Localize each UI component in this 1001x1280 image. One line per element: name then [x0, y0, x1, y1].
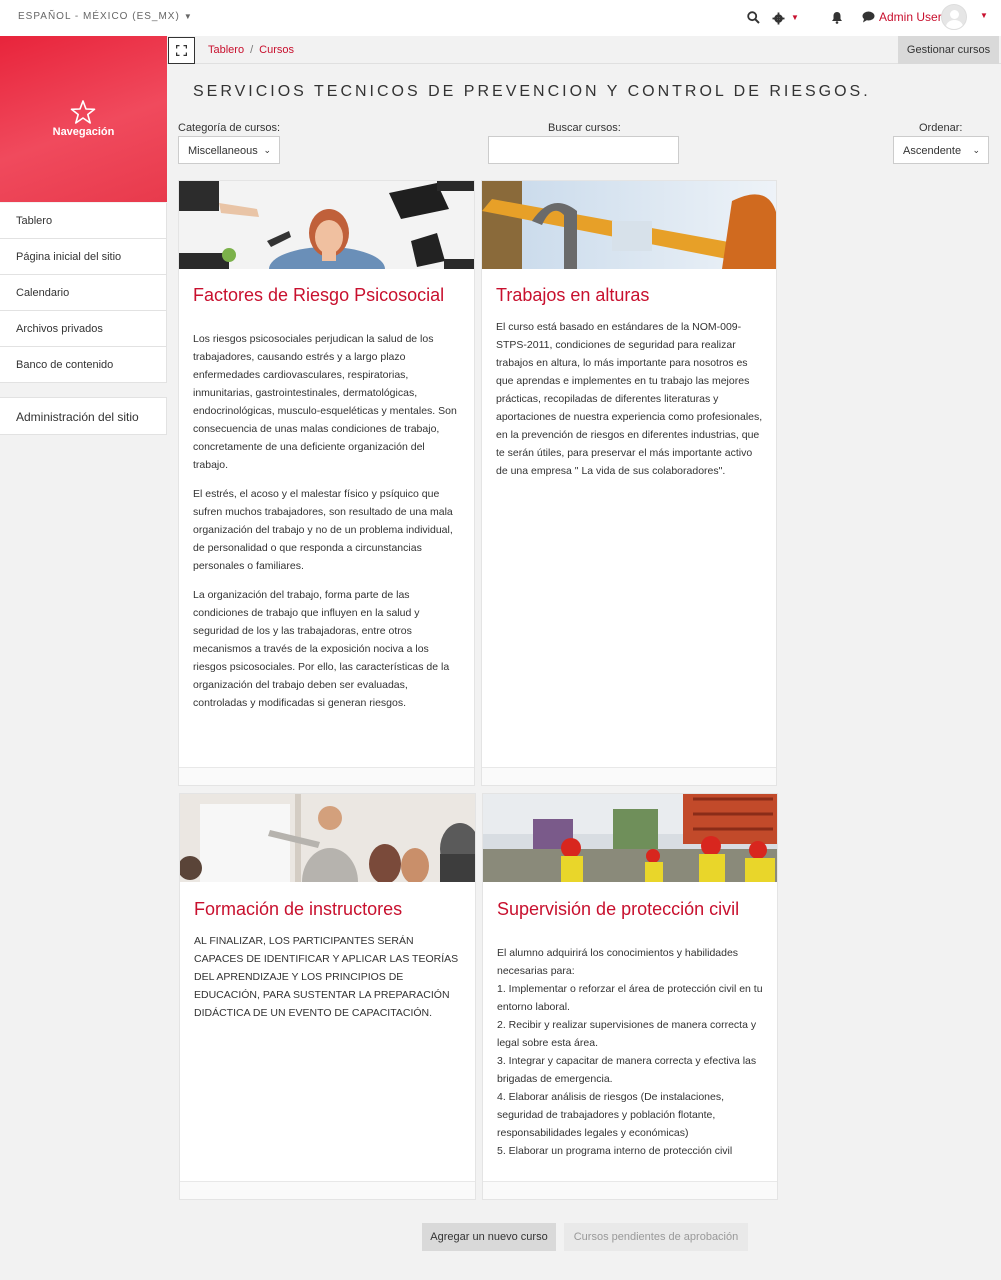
course-image	[180, 794, 475, 882]
nav-item-site-admin[interactable]: Administración del sitio	[0, 397, 167, 435]
course-image	[179, 181, 474, 269]
course-card[interactable]: Supervisión de protección civil El alumn…	[482, 793, 778, 1200]
course-summary: AL FINALIZAR, LOS PARTICIPANTES SERÁN CA…	[194, 932, 461, 1033]
course-card[interactable]: Factores de Riesgo Psicosocial Los riesg…	[178, 180, 475, 786]
nav-item-content-bank[interactable]: Banco de contenido	[0, 347, 167, 383]
course-title[interactable]: Trabajos en alturas	[496, 285, 649, 306]
chevron-down-icon: ⌄	[972, 145, 980, 155]
chevron-down-icon[interactable]: ▼	[791, 13, 799, 22]
course-summary-paragraph: La organización del trabajo, forma parte…	[193, 589, 450, 709]
category-label: Categoría de cursos:	[178, 122, 281, 134]
expand-icon	[175, 44, 188, 57]
course-summary: Los riesgos psicosociales perjudican la …	[193, 330, 460, 723]
search-icon[interactable]	[747, 11, 760, 24]
navigation-list: Tablero Página inicial del sitio Calenda…	[0, 203, 167, 383]
search-label: Buscar cursos:	[548, 122, 621, 134]
user-name[interactable]: Admin User	[879, 10, 942, 24]
breadcrumb-separator: /	[250, 44, 254, 56]
course-summary-line: 2. Recibir y realizar supervisiones de m…	[497, 1019, 757, 1049]
chevron-down-icon: ▼	[183, 12, 193, 21]
pending-courses-button[interactable]: Cursos pendientes de aprobación	[564, 1223, 748, 1251]
star-icon	[70, 100, 96, 124]
language-menu[interactable]: ESPAÑOL - MÉXICO (ES_MX) ▼	[18, 11, 193, 22]
language-label: ESPAÑOL - MÉXICO (ES_MX)	[18, 11, 180, 22]
bell-icon[interactable]	[831, 11, 843, 24]
breadcrumb-link-cursos[interactable]: Cursos	[259, 44, 294, 56]
page-title: SERVICIOS TECNICOS DE PREVENCION Y CONTR…	[193, 83, 871, 100]
course-summary: El alumno adquirirá los conocimientos y …	[497, 944, 764, 1160]
add-course-button[interactable]: Agregar un nuevo curso	[422, 1223, 556, 1251]
chevron-down-icon[interactable]: ▼	[980, 11, 988, 20]
top-navbar: ESPAÑOL - MÉXICO (ES_MX) ▼ ▼ Admin User ▼	[0, 0, 1001, 36]
course-summary-paragraph: El curso está basado en estándares de la…	[496, 321, 763, 477]
nav-item-tablero[interactable]: Tablero	[0, 203, 167, 239]
course-title[interactable]: Supervisión de protección civil	[497, 899, 739, 920]
order-select-value: Ascendente	[903, 145, 962, 157]
course-title[interactable]: Factores de Riesgo Psicosocial	[193, 285, 444, 306]
course-summary-paragraph: Los riesgos psicosociales perjudican la …	[193, 333, 457, 471]
nav-item-private-files[interactable]: Archivos privados	[0, 311, 167, 347]
breadcrumb: Tablero / Cursos	[208, 44, 294, 56]
course-title[interactable]: Formación de instructores	[194, 899, 402, 920]
course-summary: El curso está basado en estándares de la…	[496, 318, 763, 491]
drawer-title: Navegación	[52, 126, 115, 138]
course-summary-line: 1. Implementar o reforzar el área de pro…	[497, 983, 763, 1013]
navigation-drawer-header: Navegación	[0, 36, 167, 202]
course-summary-paragraph: El estrés, el acoso y el malestar físico…	[193, 488, 453, 572]
course-summary-line: 3. Integrar y capacitar de manera correc…	[497, 1055, 757, 1085]
course-card[interactable]: Formación de instructores AL FINALIZAR, …	[179, 793, 476, 1200]
gear-icon[interactable]	[772, 12, 785, 25]
course-card-footer	[482, 767, 776, 785]
course-summary-line: El alumno adquirirá los conocimientos y …	[497, 947, 739, 977]
chevron-down-icon: ⌄	[263, 145, 271, 155]
breadcrumb-bar: Tablero / Cursos	[167, 36, 1001, 64]
manage-courses-button[interactable]: Gestionar cursos	[898, 36, 999, 64]
course-summary-line: 4. Elaborar análisis de riesgos (De inst…	[497, 1091, 725, 1139]
fullscreen-button[interactable]	[168, 37, 195, 64]
breadcrumb-link-tablero[interactable]: Tablero	[208, 44, 244, 56]
course-image	[482, 181, 776, 269]
chat-icon[interactable]	[862, 11, 875, 23]
order-label: Ordenar:	[919, 122, 963, 134]
course-card-footer	[180, 1181, 475, 1199]
avatar[interactable]	[941, 4, 967, 30]
course-summary-paragraph: AL FINALIZAR, LOS PARTICIPANTES SERÁN CA…	[194, 935, 459, 1019]
category-select-value: Miscellaneous	[188, 145, 258, 157]
nav-item-calendar[interactable]: Calendario	[0, 275, 167, 311]
course-card[interactable]: Trabajos en alturas El curso está basado…	[481, 180, 777, 786]
course-summary-line: 5. Elaborar un programa interno de prote…	[497, 1145, 733, 1157]
nav-item-site-home[interactable]: Página inicial del sitio	[0, 239, 167, 275]
course-card-footer	[179, 767, 474, 785]
category-select[interactable]: Miscellaneous ⌄	[178, 136, 280, 164]
order-select[interactable]: Ascendente ⌄	[893, 136, 989, 164]
course-image	[483, 794, 777, 882]
course-card-footer	[483, 1181, 777, 1199]
search-input[interactable]	[488, 136, 679, 164]
